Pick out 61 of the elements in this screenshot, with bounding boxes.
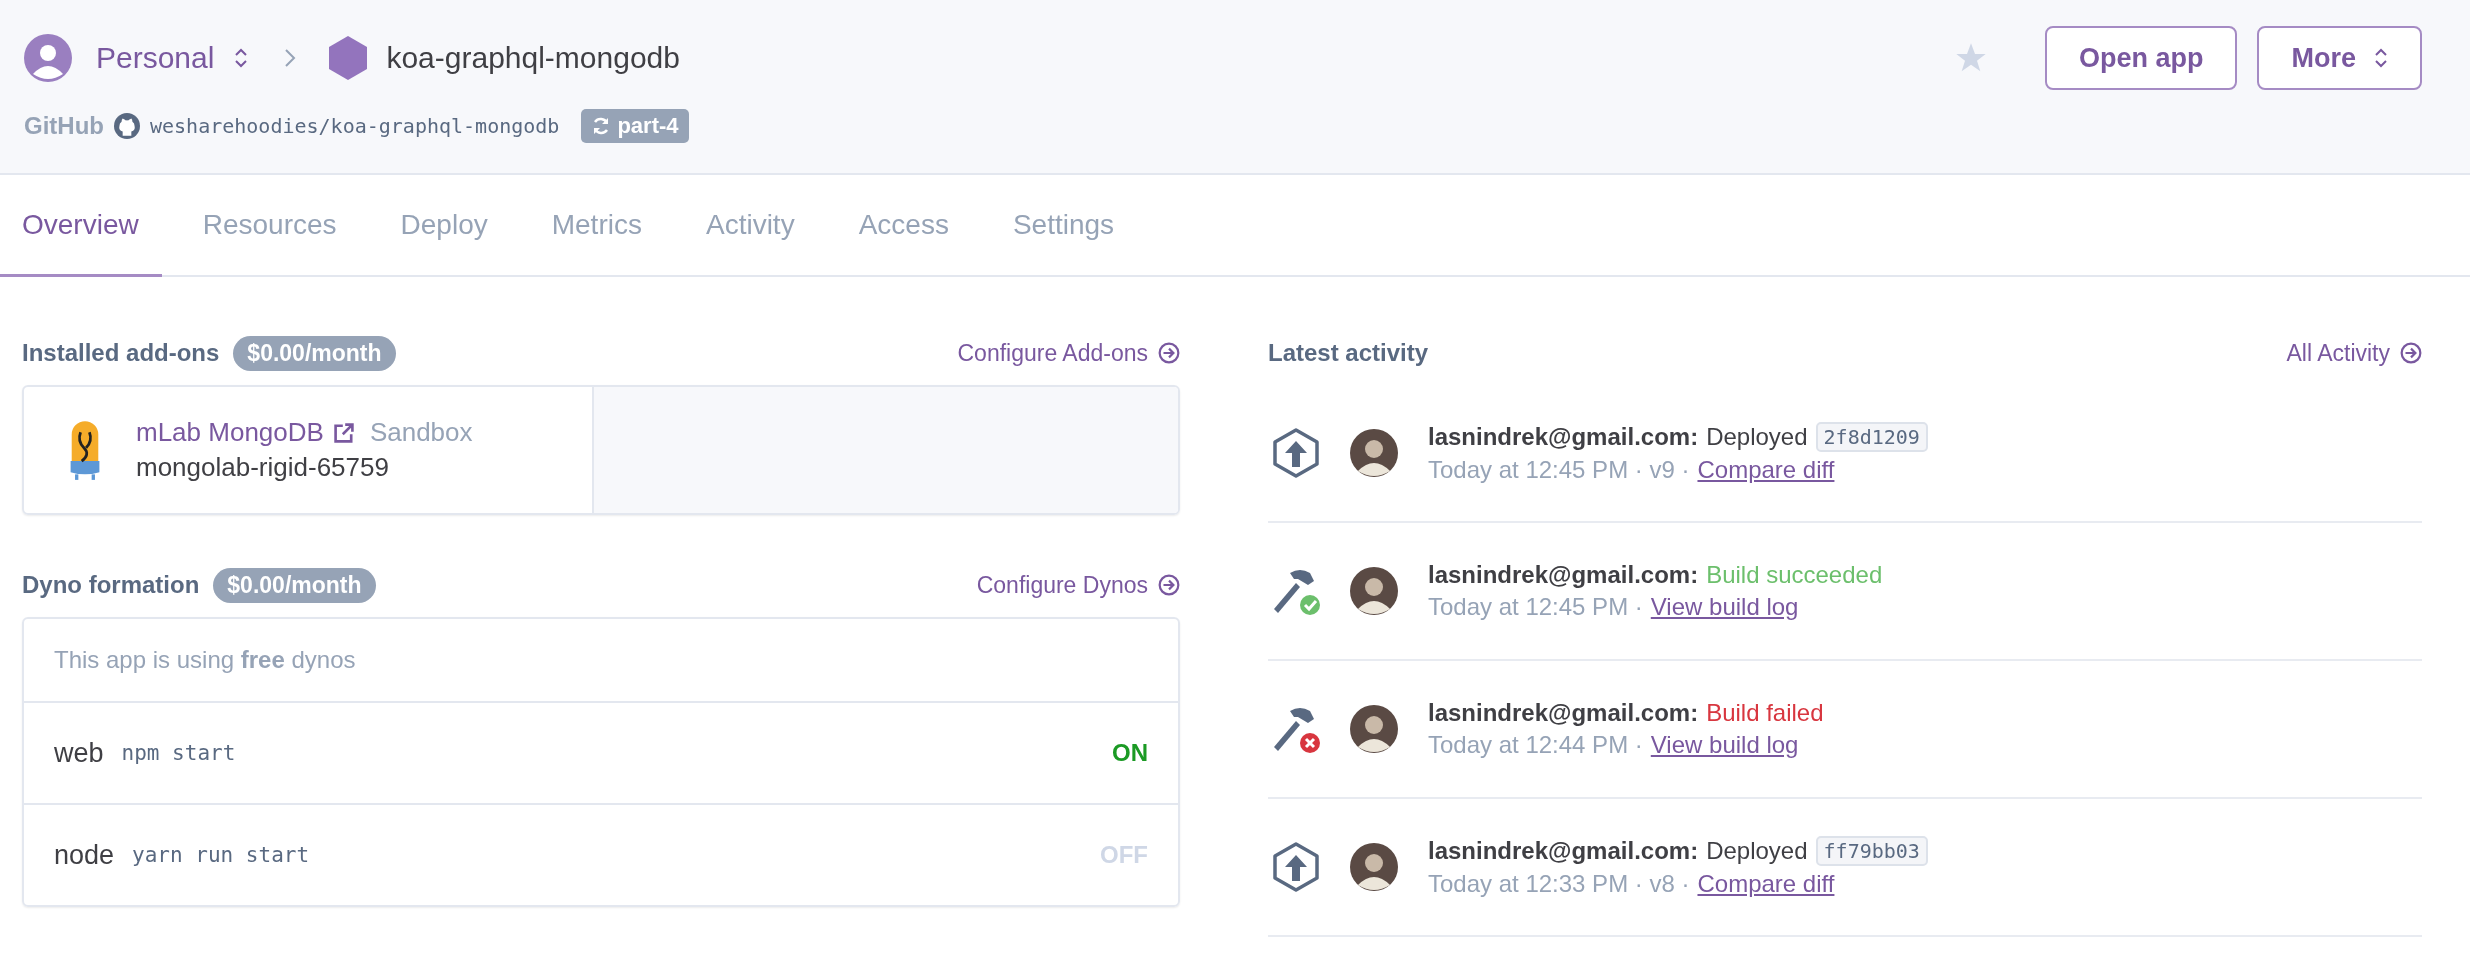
- dyno-name: node: [54, 839, 115, 871]
- branch-name: part-4: [617, 113, 679, 139]
- activity-user: lasnindrek@gmail.com:: [1428, 561, 1699, 589]
- app-name: koa-graphql-mongodb: [386, 41, 680, 75]
- cost-badge: $0.00/month: [213, 567, 376, 603]
- section-title: Dyno formation: [22, 571, 200, 599]
- activity-message: Build succeeded: [1706, 561, 1883, 589]
- commit-hash: ff79bb03: [1815, 836, 1928, 866]
- github-icon: [114, 113, 140, 139]
- activity-link[interactable]: View build log: [1650, 593, 1799, 621]
- activity-message: Deployed: [1706, 423, 1808, 451]
- star-icon[interactable]: [1954, 42, 1987, 74]
- arrow-circle-icon[interactable]: [1158, 342, 1180, 364]
- activity-meta: Today at 12:33 PM · v8 ·: [1428, 870, 1690, 898]
- activity-user: lasnindrek@gmail.com:: [1428, 837, 1699, 865]
- section-title: Latest activity: [1268, 339, 1429, 367]
- addon-plan: Sandbox: [369, 417, 473, 448]
- nav-tab[interactable]: Overview: [0, 175, 162, 277]
- activity-link[interactable]: View build log: [1650, 731, 1799, 759]
- activity-meta: Today at 12:45 PM ·: [1428, 593, 1643, 621]
- header-button[interactable]: Open app: [2044, 26, 2238, 90]
- header-button[interactable]: More: [2257, 26, 2422, 90]
- arrow-circle-icon[interactable]: [1158, 574, 1180, 596]
- user-avatar-icon: [1350, 705, 1398, 753]
- chevron-right-icon: [284, 48, 297, 68]
- user-avatar-icon: [1350, 567, 1398, 615]
- account-switcher[interactable]: Personal: [96, 41, 215, 75]
- arrow-circle-icon[interactable]: [2400, 342, 2422, 364]
- activity-meta: Today at 12:44 PM ·: [1428, 731, 1643, 759]
- activity-link[interactable]: Compare diff: [1697, 456, 1835, 484]
- cost-badge: $0.00/month: [233, 335, 396, 371]
- activity-message: Deployed: [1706, 837, 1808, 865]
- upload-hexagon-icon: [1270, 841, 1322, 893]
- external-link-icon[interactable]: [331, 420, 356, 445]
- addon-instance: mongolab-rigid-65759: [136, 452, 390, 483]
- chevron-up-down-icon: [2374, 47, 2388, 69]
- database-tube-icon: [68, 419, 102, 481]
- dyno-command: npm start: [121, 741, 236, 765]
- user-avatar-icon: [1350, 843, 1398, 891]
- dyno-name: web: [54, 737, 104, 769]
- repository-link[interactable]: wesharehoodies/koa-graphql-mongodb: [150, 114, 560, 138]
- upload-hexagon-icon: [1270, 427, 1322, 479]
- user-avatar-icon: [1350, 429, 1398, 477]
- activity-link[interactable]: Compare diff: [1697, 870, 1835, 898]
- activity-user: lasnindrek@gmail.com:: [1428, 423, 1699, 451]
- dyno-note: This app is using free dynos: [54, 646, 356, 674]
- activity-message: Build failed: [1706, 699, 1824, 727]
- hexagon-icon: [328, 36, 369, 80]
- addon-name-link[interactable]: mLab MongoDB: [136, 417, 324, 448]
- activity-user: lasnindrek@gmail.com:: [1428, 699, 1699, 727]
- dyno-state: ON: [1112, 739, 1148, 767]
- commit-hash: 2f8d1209: [1815, 422, 1928, 452]
- section-title: Installed add-ons: [22, 339, 220, 367]
- activity-meta: Today at 12:45 PM · v9 ·: [1428, 456, 1690, 484]
- account-avatar-icon[interactable]: [24, 34, 72, 82]
- all-activity-link[interactable]: All Activity: [2286, 339, 2390, 367]
- configure-link[interactable]: Configure Dynos: [976, 571, 1148, 599]
- configure-link[interactable]: Configure Add-ons: [957, 339, 1148, 367]
- source-label: GitHub: [24, 112, 104, 140]
- dyno-command: yarn run start: [132, 843, 310, 867]
- chevron-up-down-icon[interactable]: [234, 47, 249, 69]
